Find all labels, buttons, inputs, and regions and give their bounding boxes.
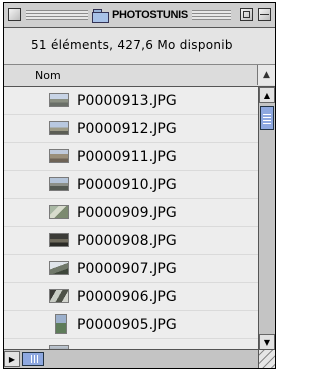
vertical-scroll-thumb[interactable]: [260, 106, 274, 130]
file-name: P0000905.JPG: [77, 317, 177, 333]
file-name: P0000912.JPG: [77, 121, 177, 137]
info-text: 51 éléments, 427,6 Mo disponib: [31, 38, 233, 52]
collapse-box-icon[interactable]: [258, 8, 271, 21]
file-name: P0000913.JPG: [77, 93, 177, 109]
list-item[interactable]: P0000906.JPG: [4, 283, 259, 311]
file-name: P0000906.JPG: [77, 289, 177, 305]
list-item[interactable]: P0000912.JPG: [4, 115, 259, 143]
image-thumbnail-icon: [49, 289, 69, 303]
window-title: PHOTOSTUNIS: [88, 6, 192, 24]
sort-direction-icon[interactable]: ▲: [257, 65, 275, 85]
zoom-box-icon[interactable]: [240, 8, 253, 21]
window-title-text: PHOTOSTUNIS: [112, 9, 188, 21]
column-header-name[interactable]: Nom: [35, 69, 61, 82]
image-thumbnail-icon: [49, 149, 69, 163]
file-list: P0000913.JPG P0000912.JPG P0000911.JPG P…: [4, 87, 259, 350]
list-item[interactable]: P0000911.JPG: [4, 143, 259, 171]
list-item[interactable]: P0000909.JPG: [4, 199, 259, 227]
list-item[interactable]: P0000905.JPG: [4, 311, 259, 339]
horizontal-scroll-thumb[interactable]: [22, 352, 44, 366]
image-thumbnail-icon: [49, 121, 69, 135]
scroll-up-arrow-icon[interactable]: ▲: [259, 87, 275, 103]
close-box-icon[interactable]: [8, 8, 21, 21]
image-thumbnail-icon: [49, 261, 69, 275]
list-item[interactable]: P0000910.JPG: [4, 171, 259, 199]
resize-grip-icon[interactable]: [258, 349, 275, 368]
image-thumbnail-icon: [49, 93, 69, 107]
file-name: P0000908.JPG: [77, 233, 177, 249]
horizontal-scrollbar[interactable]: ◀ ▶: [4, 349, 259, 368]
file-name: P0000907.JPG: [77, 261, 177, 277]
info-bar: 51 éléments, 427,6 Mo disponib: [4, 28, 275, 65]
folder-icon: [92, 8, 109, 23]
file-name: P0000911.JPG: [77, 149, 177, 165]
list-item[interactable]: P0000913.JPG: [4, 87, 259, 115]
column-header: Nom ▲: [4, 65, 275, 87]
title-bar[interactable]: PHOTOSTUNIS: [4, 3, 275, 28]
image-thumbnail-icon: [49, 205, 69, 219]
list-item[interactable]: P0000907.JPG: [4, 255, 259, 283]
scroll-down-arrow-icon[interactable]: ▼: [259, 334, 275, 350]
finder-window: PHOTOSTUNIS 51 éléments, 427,6 Mo dispon…: [3, 2, 276, 369]
list-item[interactable]: P0000908.JPG: [4, 227, 259, 255]
vertical-scrollbar[interactable]: ▲ ▼: [258, 87, 275, 350]
image-thumbnail-icon: [49, 233, 69, 247]
scroll-right-arrow-icon[interactable]: ▶: [4, 351, 20, 367]
image-thumbnail-icon: [49, 177, 69, 191]
image-thumbnail-icon: [55, 314, 67, 334]
file-name: P0000909.JPG: [77, 205, 177, 221]
file-name: P0000910.JPG: [77, 177, 177, 193]
